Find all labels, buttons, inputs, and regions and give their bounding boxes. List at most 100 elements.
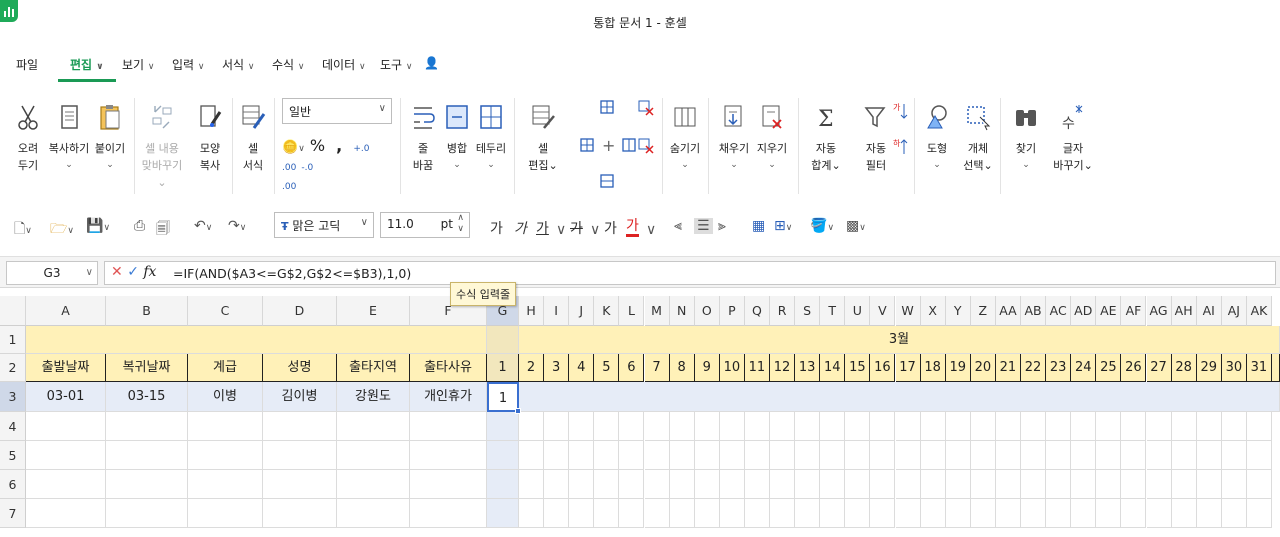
empty-cell[interactable]: [870, 441, 896, 470]
day-header-cell[interactable]: 4: [569, 354, 595, 382]
row-header-6[interactable]: 6: [0, 470, 26, 499]
day-header-cell[interactable]: 22: [1021, 354, 1047, 382]
empty-cell[interactable]: [945, 441, 971, 470]
empty-cell[interactable]: [995, 499, 1021, 528]
data-cell[interactable]: 김이병: [263, 382, 337, 412]
column-header-aj[interactable]: AJ: [1221, 296, 1247, 326]
empty-cell[interactable]: [519, 441, 545, 470]
empty-cell[interactable]: [820, 470, 846, 499]
column-header-aa[interactable]: AA: [995, 296, 1021, 326]
replace-button[interactable]: 수 글자 바꾸기⌄: [1052, 102, 1094, 174]
column-header-p[interactable]: P: [719, 296, 745, 326]
align-center-icon[interactable]: ☰: [694, 218, 713, 234]
empty-cell[interactable]: [1021, 412, 1047, 441]
cell-format-button[interactable]: 셀 서식: [236, 102, 270, 174]
empty-cell[interactable]: [1221, 441, 1247, 470]
empty-cell[interactable]: [995, 470, 1021, 499]
empty-cell[interactable]: [619, 412, 645, 441]
empty-cell[interactable]: [619, 441, 645, 470]
header-cell[interactable]: 계급: [188, 354, 263, 382]
empty-cell[interactable]: [1021, 441, 1047, 470]
fill-button[interactable]: 채우기 ⌄: [716, 102, 752, 174]
column-header-a[interactable]: A: [26, 296, 106, 326]
empty-cell[interactable]: [594, 441, 620, 470]
empty-cell[interactable]: [337, 470, 410, 499]
empty-cell[interactable]: [870, 412, 896, 441]
paste-button[interactable]: 붙이기 ⌄: [92, 102, 128, 174]
row-header-7[interactable]: 7: [0, 499, 26, 528]
empty-cell[interactable]: [1196, 441, 1222, 470]
empty-cell[interactable]: [1046, 499, 1072, 528]
empty-cell[interactable]: [895, 470, 921, 499]
empty-cell[interactable]: [970, 499, 996, 528]
day-header-cell[interactable]: 5: [594, 354, 620, 382]
row-header-5[interactable]: 5: [0, 441, 26, 470]
empty-cell[interactable]: [263, 470, 337, 499]
empty-cell[interactable]: [1246, 470, 1272, 499]
empty-cell[interactable]: [770, 412, 796, 441]
column-header-ah[interactable]: AH: [1171, 296, 1197, 326]
print-preview-icon[interactable]: 🗐: [156, 218, 170, 242]
empty-cell[interactable]: [920, 412, 946, 441]
day-header-cell[interactable]: 26: [1121, 354, 1147, 382]
cut-button[interactable]: 오려 두기: [10, 102, 46, 174]
number-format-select[interactable]: 일반 ∨: [282, 98, 392, 124]
empty-cell[interactable]: [770, 499, 796, 528]
shapes-button[interactable]: 도형 ⌄: [920, 102, 954, 174]
empty-cell[interactable]: [1071, 470, 1097, 499]
column-header-m[interactable]: M: [644, 296, 670, 326]
empty-cell[interactable]: [337, 441, 410, 470]
empty-cell[interactable]: [106, 412, 188, 441]
column-header-d[interactable]: D: [263, 296, 337, 326]
day-header-cell[interactable]: 15: [845, 354, 871, 382]
day-header-cell[interactable]: 31: [1246, 354, 1272, 382]
day-header-cell[interactable]: 12: [770, 354, 796, 382]
column-header-ab[interactable]: AB: [1021, 296, 1047, 326]
print-icon[interactable]: ⎙: [134, 218, 145, 234]
cell-g1[interactable]: [487, 326, 519, 354]
day-header-cell[interactable]: 24: [1071, 354, 1097, 382]
empty-cell[interactable]: [870, 499, 896, 528]
column-header-x[interactable]: X: [920, 296, 946, 326]
empty-cell[interactable]: [594, 412, 620, 441]
cell-a1-f1[interactable]: [26, 326, 487, 354]
column-header-ai[interactable]: AI: [1196, 296, 1222, 326]
empty-cell[interactable]: [544, 499, 570, 528]
empty-cell[interactable]: [1146, 412, 1172, 441]
column-header-ae[interactable]: AE: [1096, 296, 1122, 326]
empty-cell[interactable]: [895, 412, 921, 441]
empty-cell[interactable]: [1221, 412, 1247, 441]
empty-cell[interactable]: [1046, 470, 1072, 499]
day-header-cell[interactable]: 18: [920, 354, 946, 382]
undo-icon[interactable]: ↶∨: [194, 218, 212, 234]
day-header-cell[interactable]: 11: [744, 354, 770, 382]
day-header-cell[interactable]: 8: [669, 354, 695, 382]
column-header-y[interactable]: Y: [945, 296, 971, 326]
empty-cell[interactable]: [594, 499, 620, 528]
confirm-icon[interactable]: ✓: [127, 264, 139, 280]
empty-cell[interactable]: [1121, 441, 1147, 470]
cancel-icon[interactable]: ✕: [111, 264, 123, 280]
empty-cell[interactable]: [694, 441, 720, 470]
month-label[interactable]: 3월: [519, 326, 1280, 354]
empty-cell[interactable]: [569, 470, 595, 499]
menu-edit[interactable]: 편집 ∨: [58, 56, 116, 82]
empty-cell[interactable]: [820, 499, 846, 528]
empty-cell[interactable]: [1096, 499, 1122, 528]
menu-format[interactable]: 서식 ∨: [222, 56, 255, 73]
empty-cell[interactable]: [106, 441, 188, 470]
data-cell[interactable]: 강원도: [337, 382, 410, 412]
empty-cell[interactable]: [970, 412, 996, 441]
day-header-cell[interactable]: 30: [1221, 354, 1247, 382]
row-header-2[interactable]: 2: [0, 354, 26, 382]
empty-cell[interactable]: [263, 412, 337, 441]
pattern-icon[interactable]: ▩∨: [846, 218, 866, 234]
empty-cell[interactable]: [487, 441, 519, 470]
empty-cell[interactable]: [995, 441, 1021, 470]
empty-cell[interactable]: [519, 470, 545, 499]
day-header-cell[interactable]: 28: [1171, 354, 1197, 382]
empty-cell[interactable]: [644, 441, 670, 470]
data-cell[interactable]: 개인휴가: [410, 382, 487, 412]
header-cell[interactable]: 출타사유: [410, 354, 487, 382]
empty-cell[interactable]: [1096, 412, 1122, 441]
